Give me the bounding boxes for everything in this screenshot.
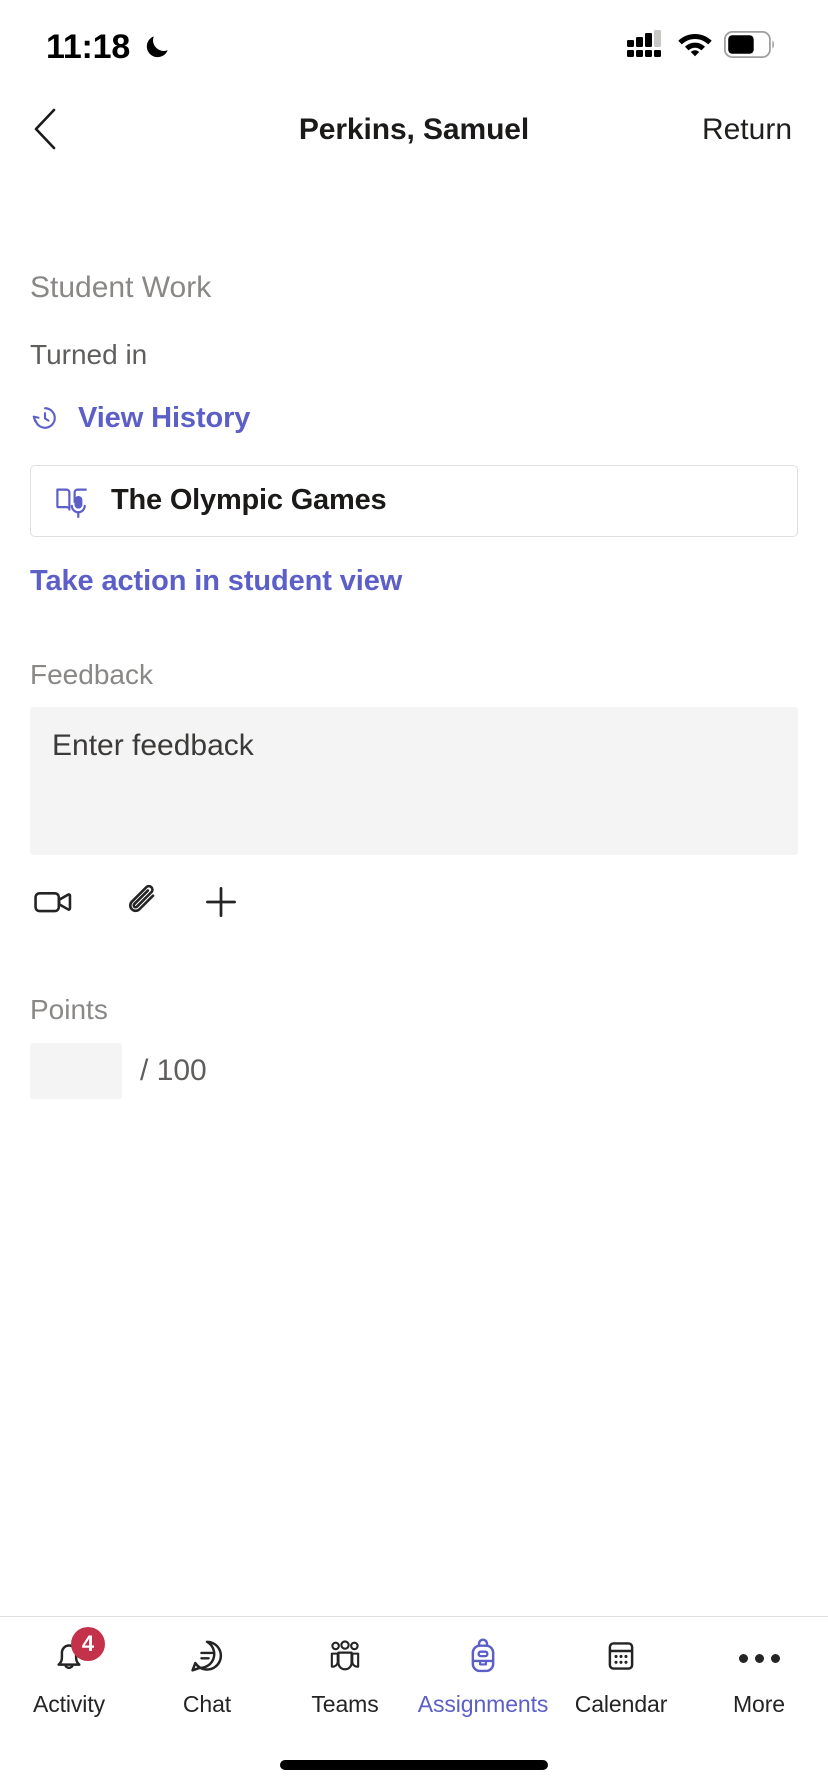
points-total: / 100	[140, 1053, 207, 1087]
feedback-input[interactable]	[30, 707, 798, 856]
nav-label-calendar: Calendar	[574, 1691, 668, 1717]
chat-bubble-icon	[187, 1636, 227, 1681]
points-row: / 100	[30, 1042, 798, 1099]
return-button[interactable]: Return	[702, 113, 792, 147]
teams-people-icon	[324, 1636, 366, 1681]
video-icon[interactable]	[32, 869, 104, 935]
more-icon-wrap	[738, 1635, 780, 1681]
nav-label-activity: Activity	[32, 1691, 106, 1717]
home-indicator-area	[0, 1738, 828, 1792]
history-clock-icon	[30, 403, 60, 433]
nav-label-more: More	[732, 1691, 785, 1717]
nav-item-chat[interactable]: Chat	[138, 1635, 276, 1718]
cellular-signal-icon	[626, 29, 666, 65]
student-work-item-title: The Olympic Games	[111, 484, 387, 517]
calendar-icon-wrap	[602, 1635, 640, 1681]
points-label: Points	[30, 994, 108, 1026]
navigation-header: Perkins, Samuel Return	[0, 90, 828, 170]
main-content: Student Work Turned in View History The …	[0, 170, 828, 1616]
status-bar: 11:18	[0, 0, 828, 90]
app-screen: 11:18 Perkins, Samuel Return Student Wor…	[0, 0, 828, 1792]
feedback-label: Feedback	[30, 658, 153, 690]
backpack-icon	[463, 1636, 503, 1681]
student-work-item[interactable]: The Olympic Games	[30, 464, 798, 537]
submission-status: Turned in	[30, 339, 148, 370]
take-action-student-view-link[interactable]: Take action in student view	[30, 565, 402, 598]
activity-icon-wrap: 4	[49, 1627, 105, 1681]
home-indicator[interactable]	[280, 1760, 548, 1770]
status-bar-right	[626, 26, 776, 65]
teams-icon-wrap	[324, 1635, 366, 1681]
moon-icon	[142, 28, 172, 62]
bottom-navigation-bar: 4 Activity Chat Teams Assignments Calend…	[0, 1616, 828, 1738]
nav-label-teams: Teams	[311, 1691, 379, 1717]
view-history-label: View History	[78, 401, 251, 434]
nav-item-assignments[interactable]: Assignments	[414, 1635, 552, 1718]
activity-badge: 4	[71, 1627, 105, 1661]
nav-item-activity[interactable]: 4 Activity	[0, 1627, 138, 1718]
plus-icon[interactable]	[182, 869, 260, 935]
nav-item-more[interactable]: More	[690, 1635, 828, 1718]
paperclip-icon[interactable]	[104, 869, 182, 935]
assignments-icon-wrap	[463, 1635, 503, 1681]
reading-progress-book-mic-icon	[53, 482, 91, 520]
more-dots-icon	[738, 1635, 780, 1681]
battery-icon	[723, 30, 776, 63]
chat-icon-wrap	[187, 1635, 227, 1681]
back-button[interactable]	[30, 102, 86, 158]
feedback-toolbar	[30, 869, 798, 935]
status-time: 11:18	[46, 28, 131, 66]
chevron-left-icon	[30, 107, 62, 154]
nav-item-teams[interactable]: Teams	[276, 1635, 414, 1718]
wifi-icon	[677, 31, 713, 63]
nav-label-assignments: Assignments	[417, 1691, 549, 1717]
view-history-link[interactable]: View History	[30, 402, 250, 435]
calendar-icon	[602, 1636, 640, 1681]
status-bar-left: 11:18	[46, 26, 172, 64]
nav-item-calendar[interactable]: Calendar	[552, 1635, 690, 1718]
nav-label-chat: Chat	[182, 1691, 232, 1717]
points-input[interactable]	[30, 1042, 122, 1099]
student-work-heading: Student Work	[30, 271, 212, 304]
